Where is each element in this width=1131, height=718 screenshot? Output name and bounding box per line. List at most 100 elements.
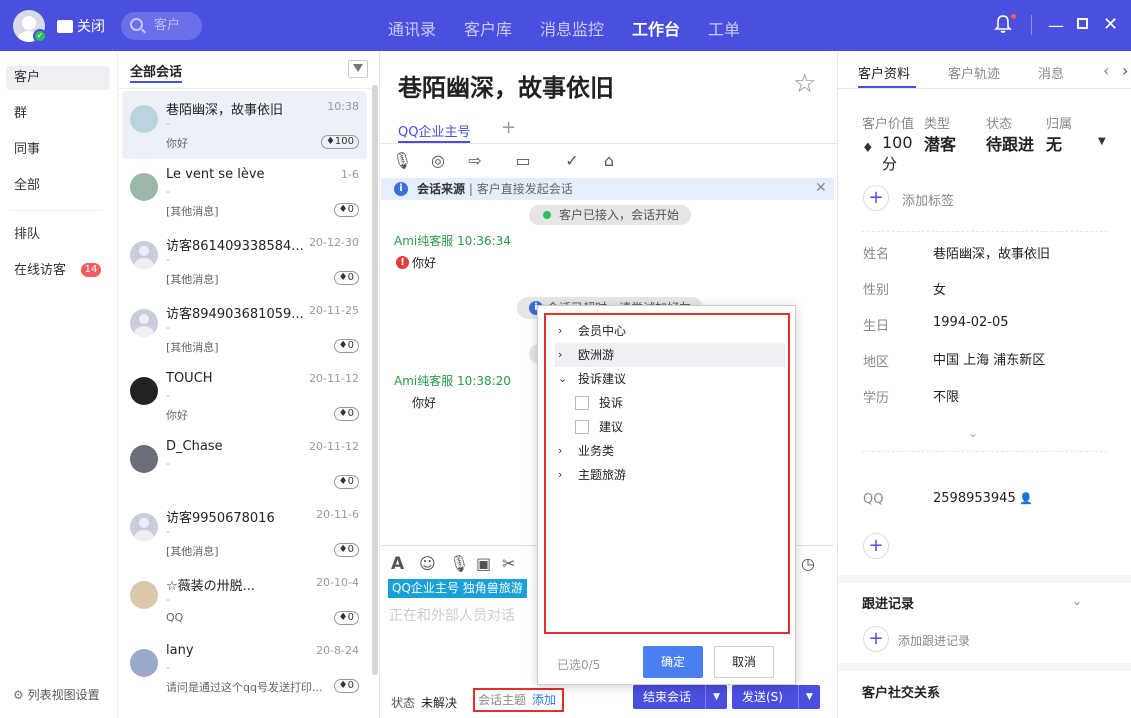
list-item[interactable]: TOUCH 20-11-12 - 你好 ♦0 [122,363,367,431]
customer-value: 100 [882,133,913,152]
conversation-name: D_Chase [166,439,223,454]
diamond-icon: ♦ [338,544,348,555]
add-tag-icon[interactable]: + [863,185,889,211]
field-value[interactable]: 巷陌幽深，故事依旧 [933,243,1050,262]
add-followup-label[interactable]: 添加跟进记录 [898,632,970,649]
cancel-button[interactable]: 取消 [714,646,774,678]
emoji-icon[interactable]: ☺ [419,554,436,573]
nav-tickets[interactable]: 工单 [708,16,740,40]
tree-item[interactable]: 建议 [555,415,785,439]
add-tab-icon[interactable]: + [501,117,516,138]
font-icon[interactable]: A [391,554,404,574]
checkbox[interactable] [575,420,589,434]
chevron-down-icon[interactable]: ▼ [798,685,820,709]
conversation-list-title[interactable]: 全部会话 [130,61,182,80]
customer-panel: 客户资料 客户轨迹 消息 ‹ › 客户价值 ♦ 100 分 类型 潜客 状态 待… [837,51,1131,718]
chevron-down-icon[interactable]: ⌄ [1072,594,1082,608]
scissors-icon[interactable]: ✂ [502,554,515,573]
list-item[interactable]: ☆薇装の卅脱... 20-10-4 - QQ ♦0 [122,567,367,635]
image-icon[interactable]: ▣ [476,554,491,573]
conversation-preview: 请问是通过这个qq号发送打印... [166,681,323,694]
tab-customer-profile[interactable]: 客户资料 [858,63,910,82]
list-item[interactable]: 访客894903681059... 20-11-25 - [其他消息] ♦0 [122,295,367,363]
tab-messages[interactable]: 消息 [1038,63,1078,82]
tab-customer-trail[interactable]: 客户轨迹 [948,63,1000,82]
nav-workbench[interactable]: 工作台 [632,16,680,40]
diamond-icon: ♦ [862,141,874,156]
add-followup-icon[interactable]: + [863,626,889,652]
microphone-icon[interactable]: 🎙 [449,554,469,573]
clock-icon[interactable]: ◷ [801,554,815,573]
info-icon: i [394,182,408,196]
list-view-settings[interactable]: ⚙ 列表视图设置 [13,686,100,703]
field-value[interactable]: 1994-02-05 [933,315,1009,330]
field-value[interactable]: 女 [933,279,946,298]
tree-item[interactable]: › 会员中心 [555,319,785,343]
screen-share-icon[interactable]: ▭ [513,151,533,171]
minimize-icon[interactable]: — [1048,16,1064,35]
checkbox[interactable] [575,396,589,410]
add-tag-label[interactable]: 添加标签 [902,190,954,209]
confirm-button[interactable]: 确定 [643,646,703,678]
list-item[interactable]: D_Chase 20-11-12 - ♦0 [122,431,367,499]
send-button[interactable]: 发送(S) ▼ [732,685,820,709]
avatar [130,173,158,201]
tree-item[interactable]: › 欧洲游 [555,343,785,367]
nav-customer-library[interactable]: 客户库 [464,16,512,40]
add-topic-link[interactable]: 添加 [532,693,556,707]
list-item[interactable]: lany 20-8-24 - 请问是通过这个qq号发送打印... ♦0 [122,635,367,703]
status-label: 状态 [391,696,416,710]
expand-chevron-icon[interactable]: ⌄ [968,426,978,440]
close-icon[interactable]: ✕ [815,180,827,196]
filter-icon[interactable] [348,60,368,78]
microphone-icon[interactable]: 🎙 [392,151,412,171]
end-session-button[interactable]: 结束会话 ▼ [633,685,727,709]
nav-message-monitor[interactable]: 消息监控 [540,16,604,40]
nav-all[interactable]: 全部 [6,174,110,198]
qq-value[interactable]: 2598953945 [933,491,1016,506]
error-icon[interactable]: ! [396,256,409,269]
type-value[interactable]: 潜客 [924,131,956,155]
list-item[interactable]: 访客861409338584... 20-12-30 - [其他消息] ♦0 [122,227,367,295]
field-value[interactable]: 不限 [933,386,959,405]
maximize-icon[interactable] [1077,18,1088,29]
list-item[interactable]: 访客9950678016 20-11-6 - [其他消息] ♦0 [122,499,367,567]
chevron-down-icon[interactable]: ▼ [1098,136,1106,147]
nav-queue[interactable]: 排队 [6,223,110,247]
chevron-right-icon[interactable]: › [1122,61,1128,80]
nav-customers[interactable]: 客户 [6,66,110,90]
list-item[interactable]: Le vent se lève 1-6 - [其他消息] ♦0 [122,159,367,227]
value-number: 0 [347,544,354,555]
topic-tree: › 会员中心 › 欧洲游 ⌄ 投诉建议 投诉 建议 › 业务类 › 主题旅游 [544,313,790,634]
tree-item[interactable]: › 业务类 [555,439,785,463]
list-item[interactable]: 巷陌幽深，故事依旧 10:38 - 你好 ♦100 [122,91,367,159]
value-number: 0 [347,272,354,283]
scrollbar[interactable] [372,85,378,675]
chevron-left-icon[interactable]: ‹ [1103,61,1109,80]
status-value[interactable]: 待跟进 [986,131,1034,155]
bell-icon[interactable] [994,14,1012,34]
file-transfer-icon[interactable]: ⇨ [465,151,485,171]
message-input[interactable]: 正在和外部人员对话 [389,605,515,625]
user-check-icon[interactable]: ✓ [562,151,582,171]
close-button[interactable]: 关闭 [57,16,105,36]
webcam-icon[interactable]: ◎ [428,151,448,171]
tree-item[interactable]: 投诉 [555,391,785,415]
contact-icon[interactable]: 👤 [1019,492,1033,505]
home-block-icon[interactable]: ⌂ [599,151,619,171]
field-value[interactable]: 中国 上海 浦东新区 [933,349,1045,368]
nav-contacts[interactable]: 通讯录 [388,16,436,40]
status-value[interactable]: 未解决 [421,694,457,711]
chevron-down-icon[interactable]: ▼ [705,685,727,709]
star-icon[interactable]: ☆ [793,69,816,99]
close-window-icon[interactable]: ✕ [1103,14,1118,35]
nav-colleagues[interactable]: 同事 [6,138,110,162]
add-account-icon[interactable]: + [863,533,889,559]
conversation-name: 巷陌幽深，故事依旧 [166,103,284,118]
source-text: | 客户直接发起会话 [468,182,573,196]
owner-value[interactable]: 无 [1046,131,1062,155]
nav-groups[interactable]: 群 [6,102,110,126]
tree-item[interactable]: › 主题旅游 [555,463,785,487]
tree-item[interactable]: ⌄ 投诉建议 [555,367,785,391]
tab-qq-account[interactable]: QQ企业主号 [398,121,470,140]
